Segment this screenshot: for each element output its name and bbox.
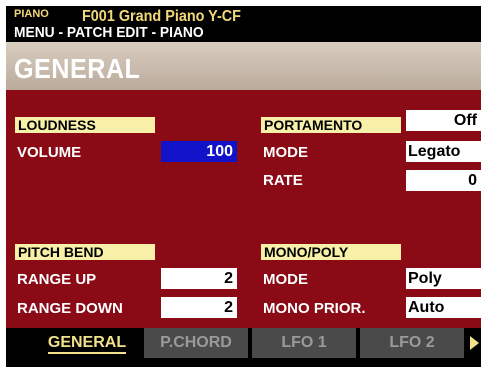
tone-type-label: PIANO <box>14 8 49 20</box>
mono-poly-section-header: MONO/POLY <box>261 244 401 260</box>
portamento-rate-label: RATE <box>263 172 303 189</box>
volume-value[interactable]: 100 <box>161 141 237 162</box>
portamento-mode-label: MODE <box>263 144 308 161</box>
range-up-label: RANGE UP <box>17 271 97 288</box>
mono-priority-value[interactable]: Auto <box>406 297 481 318</box>
top-bar: PIANO F001 Grand Piano Y-CF MENU - PATCH… <box>6 6 481 42</box>
mono-poly-mode-label: MODE <box>263 271 308 288</box>
pitch-bend-section-header: PITCH BEND <box>15 244 155 260</box>
mono-priority-label: MONO PRIOR. <box>263 300 366 317</box>
volume-label: VOLUME <box>17 144 82 161</box>
portamento-mode-value[interactable]: Legato <box>406 141 481 162</box>
range-down-label: RANGE DOWN <box>17 300 123 317</box>
tab-lfo-1[interactable]: LFO 1 <box>252 328 356 358</box>
mono-poly-mode-value[interactable]: Poly <box>406 268 481 289</box>
tab-bar: GENERAL P.CHORD LFO 1 LFO 2 <box>6 328 481 367</box>
tab-lfo-2-label: LFO 2 <box>389 334 435 351</box>
tab-p-chord[interactable]: P.CHORD <box>144 328 248 358</box>
range-down-value[interactable]: 2 <box>161 297 237 318</box>
right-triangle-arrow-icon[interactable] <box>470 336 479 350</box>
breadcrumb: MENU - PATCH EDIT - PIANO <box>14 24 204 41</box>
display-screen: PIANO F001 Grand Piano Y-CF MENU - PATCH… <box>6 6 481 367</box>
title-bar: GENERAL <box>6 42 481 90</box>
tab-general[interactable]: GENERAL <box>34 328 140 358</box>
portamento-rate-value[interactable]: 0 <box>406 170 481 191</box>
tab-general-label: GENERAL <box>47 334 127 354</box>
portamento-switch-value[interactable]: Off <box>406 110 481 131</box>
portamento-section-header: PORTAMENTO <box>261 117 401 133</box>
tab-lfo-1-label: LFO 1 <box>281 334 327 351</box>
loudness-section-header: LOUDNESS <box>15 117 155 133</box>
tab-p-chord-label: P.CHORD <box>160 334 232 351</box>
range-up-value[interactable]: 2 <box>161 268 237 289</box>
page-title: GENERAL <box>14 53 141 84</box>
tab-lfo-2[interactable]: LFO 2 <box>360 328 464 358</box>
